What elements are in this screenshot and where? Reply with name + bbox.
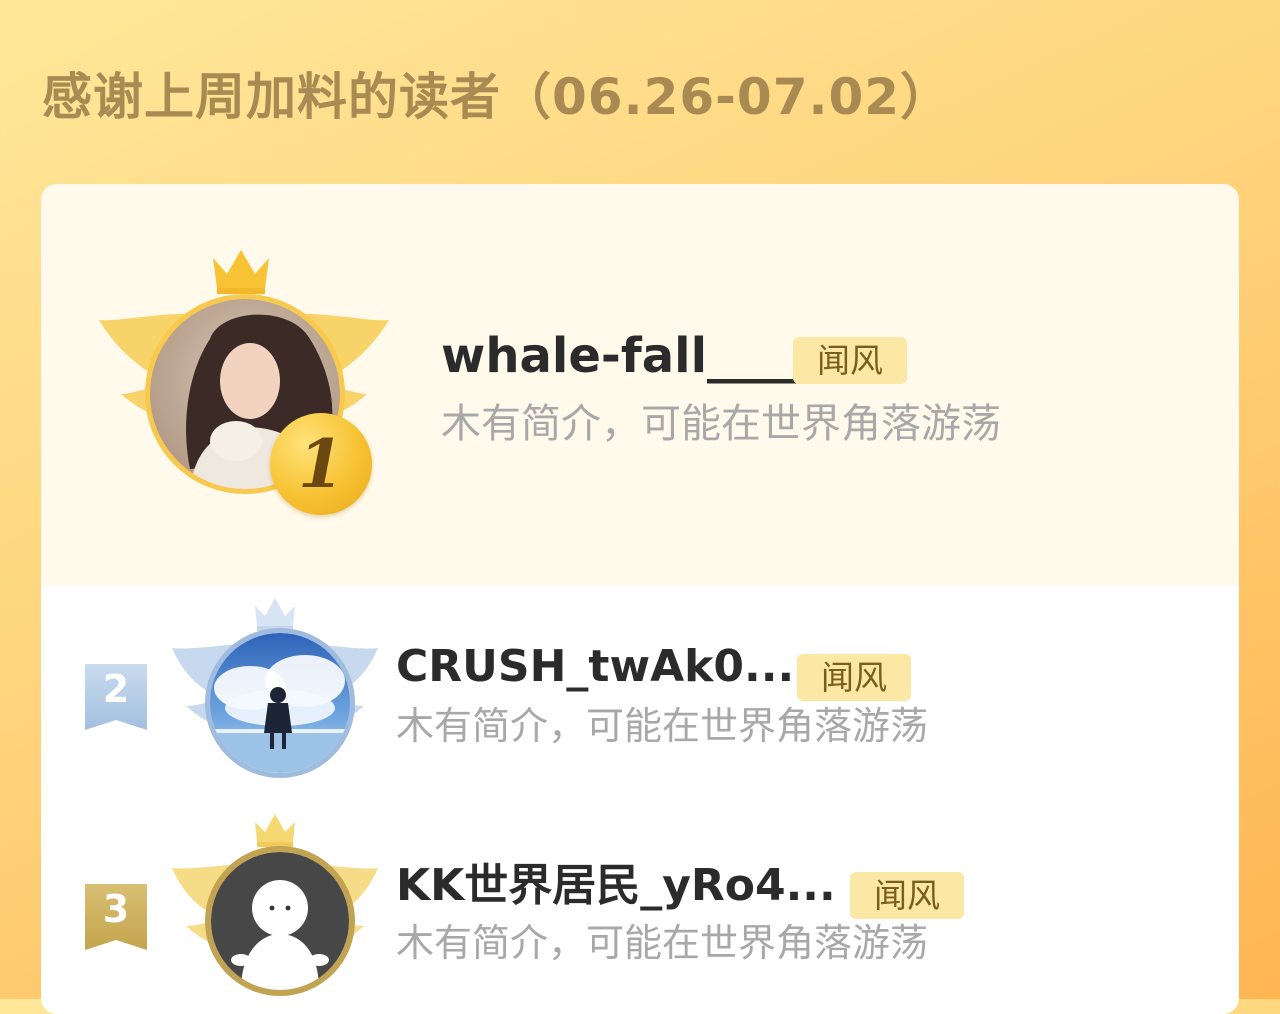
avatar[interactable] xyxy=(205,846,355,996)
crown-icon xyxy=(255,598,295,631)
reader-description: 木有简介，可能在世界角落游荡 xyxy=(396,921,929,965)
rank-number: 2 xyxy=(102,667,130,711)
rank-number: 1 xyxy=(298,425,344,503)
reader-tag: 闻风 xyxy=(850,872,964,919)
reader-tag: 闻风 xyxy=(797,654,911,701)
page-title: 感谢上周加料的读者（06.26-07.02） xyxy=(42,68,952,126)
rank-number: 3 xyxy=(102,887,130,931)
reader-description: 木有简介，可能在世界角落游荡 xyxy=(396,704,929,748)
avatar[interactable] xyxy=(205,628,355,778)
gold-medal-icon: 1 xyxy=(270,413,372,515)
sky-clouds-girl-avatar xyxy=(210,633,350,773)
white-blob-character-avatar xyxy=(211,852,349,990)
reader-tag: 闻风 xyxy=(793,337,907,384)
reader-name[interactable]: CRUSH_twAk0... xyxy=(396,639,794,695)
crown-icon xyxy=(255,814,295,847)
reader-name[interactable]: whale-fall_____ xyxy=(441,326,827,386)
reader-ranking-card: 1 whale-fall_____ 闻风 木有简介，可能在世界角落游荡 2 CR… xyxy=(41,184,1239,1014)
reader-name[interactable]: KK世界居民_yRo4... xyxy=(396,858,836,914)
reader-description: 木有简介，可能在世界角落游荡 xyxy=(441,401,1001,447)
first-place-panel[interactable]: 1 whale-fall_____ 闻风 木有简介，可能在世界角落游荡 xyxy=(41,184,1239,586)
crown-icon xyxy=(213,250,269,294)
